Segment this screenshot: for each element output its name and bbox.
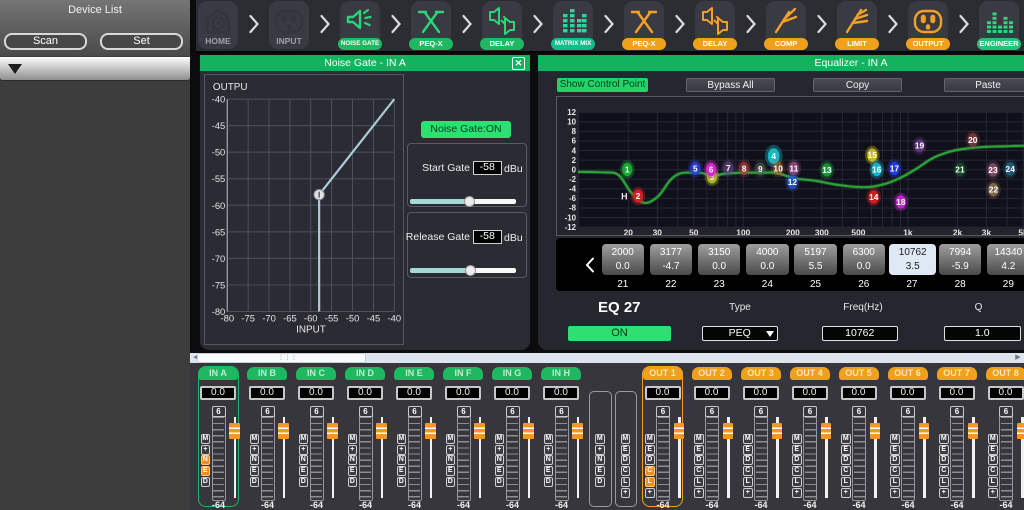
svg-text:12: 12	[567, 108, 576, 117]
svg-text:2k: 2k	[953, 227, 963, 236]
svg-text:4: 4	[572, 146, 577, 155]
svg-text:-55: -55	[211, 173, 225, 184]
svg-text:8: 8	[742, 163, 747, 173]
svg-text:-65: -65	[283, 312, 297, 323]
svg-text:11: 11	[789, 163, 798, 173]
svg-text:10: 10	[567, 118, 576, 127]
svg-text:OUTPU: OUTPU	[212, 82, 247, 93]
svg-text:5: 5	[693, 163, 698, 173]
svg-text:20: 20	[968, 135, 978, 145]
svg-text:1k: 1k	[903, 227, 913, 236]
svg-text:6: 6	[572, 137, 577, 146]
svg-text:12: 12	[788, 177, 798, 187]
svg-text:100: 100	[736, 227, 750, 236]
svg-text:-8: -8	[569, 204, 577, 213]
svg-text:-2: -2	[569, 175, 577, 184]
svg-text:21: 21	[955, 164, 965, 174]
svg-text:20: 20	[624, 227, 634, 236]
svg-text:14: 14	[869, 192, 879, 202]
svg-text:0: 0	[572, 165, 577, 174]
svg-text:-10: -10	[565, 213, 577, 222]
svg-text:-60: -60	[303, 312, 317, 323]
svg-text:9: 9	[758, 164, 763, 174]
svg-text:300: 300	[815, 227, 829, 236]
svg-text:-75: -75	[211, 279, 225, 290]
svg-text:-50: -50	[345, 312, 359, 323]
svg-text:18: 18	[896, 197, 906, 207]
svg-text:1: 1	[625, 164, 630, 174]
svg-text:-70: -70	[211, 252, 225, 263]
svg-text:H: H	[621, 192, 627, 202]
svg-text:-40: -40	[211, 93, 225, 104]
svg-text:23: 23	[988, 165, 998, 175]
svg-text:-40: -40	[387, 312, 401, 323]
svg-text:-60: -60	[211, 199, 225, 210]
svg-text:-50: -50	[211, 146, 225, 157]
svg-text:50: 50	[689, 227, 699, 236]
svg-text:-4: -4	[569, 185, 577, 194]
svg-text:30: 30	[653, 227, 663, 236]
svg-text:500: 500	[851, 227, 865, 236]
svg-text:10: 10	[773, 163, 783, 173]
svg-text:-70: -70	[262, 312, 276, 323]
svg-text:3k: 3k	[982, 227, 992, 236]
svg-text:-75: -75	[241, 312, 255, 323]
svg-text:2: 2	[572, 156, 577, 165]
svg-text:5k: 5k	[1018, 227, 1024, 236]
svg-text:15: 15	[868, 150, 878, 160]
svg-text:2: 2	[636, 191, 641, 201]
svg-text:-45: -45	[211, 120, 225, 131]
svg-text:-45: -45	[366, 312, 380, 323]
svg-text:200: 200	[786, 227, 800, 236]
svg-text:-6: -6	[569, 194, 577, 203]
svg-text:13: 13	[822, 165, 832, 175]
svg-text:24: 24	[1006, 164, 1016, 174]
svg-text:-55: -55	[324, 312, 338, 323]
svg-text:8: 8	[572, 127, 577, 136]
svg-text:7: 7	[726, 163, 731, 173]
svg-text:17: 17	[890, 163, 900, 173]
svg-text:-12: -12	[565, 223, 577, 232]
svg-text:-80: -80	[220, 312, 234, 323]
svg-text:4: 4	[771, 151, 776, 161]
svg-text:19: 19	[915, 141, 925, 151]
svg-text:22: 22	[989, 185, 999, 195]
svg-text:-65: -65	[211, 226, 225, 237]
svg-text:6: 6	[709, 164, 714, 174]
svg-text:INPUT: INPUT	[296, 324, 326, 335]
svg-text:16: 16	[872, 164, 882, 174]
